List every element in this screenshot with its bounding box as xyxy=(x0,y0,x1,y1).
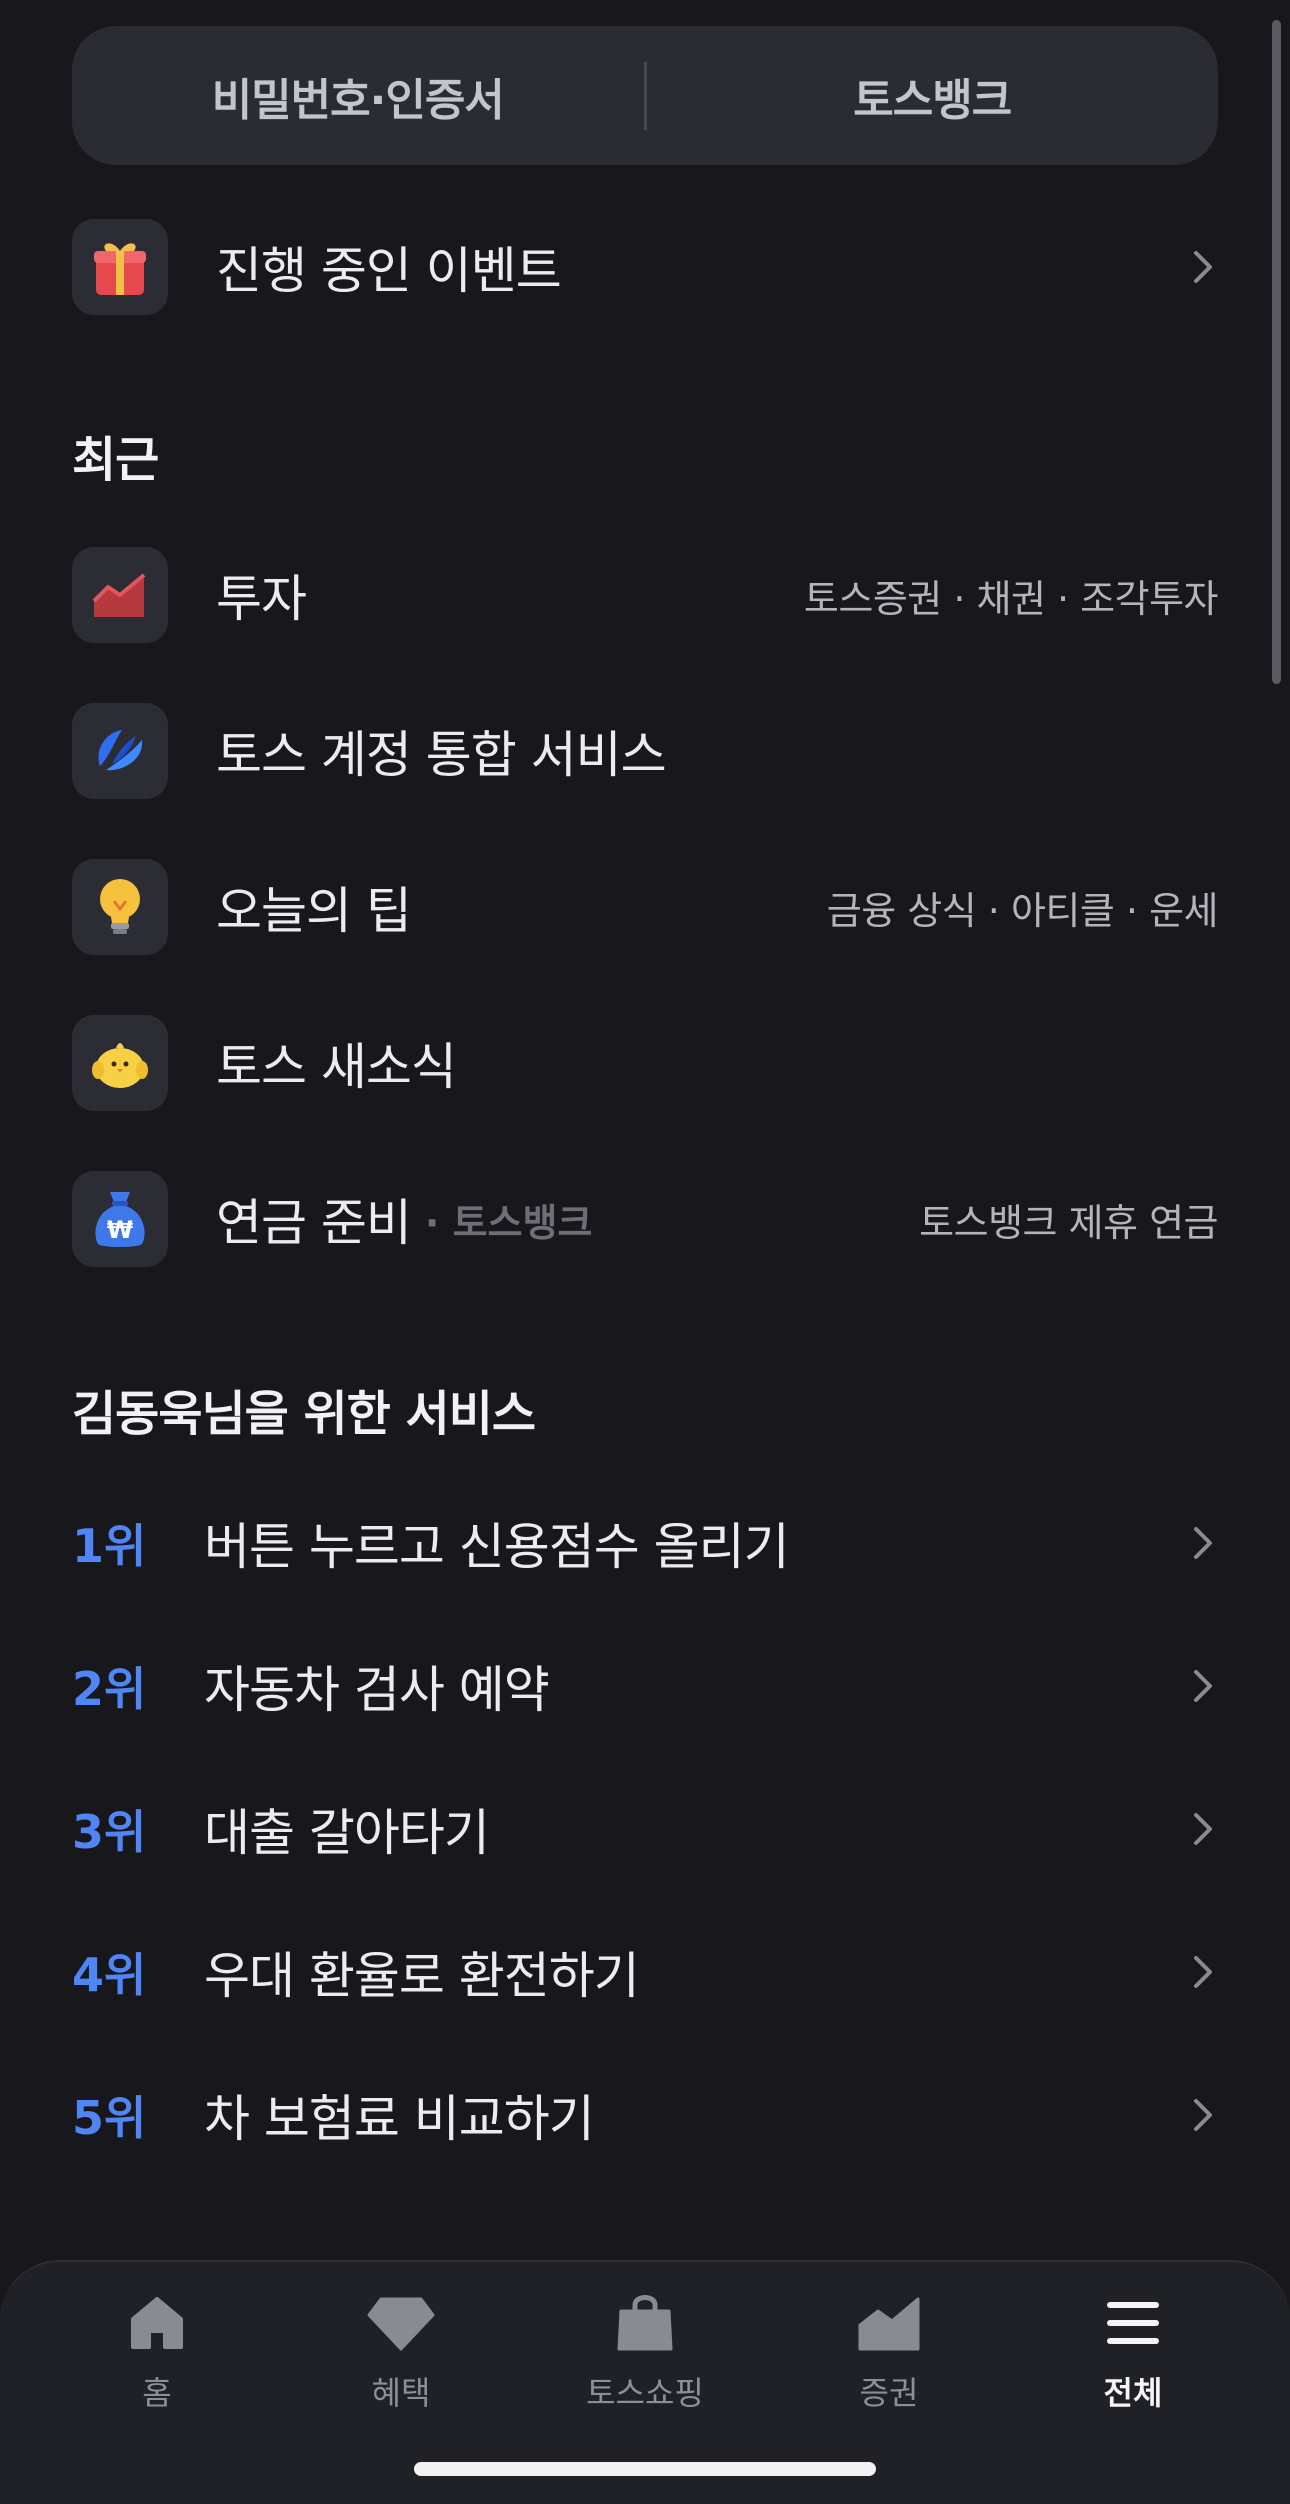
recent-item-detail: 금융 상식 · 아티클 · 운세 xyxy=(826,888,1219,933)
service-label: 버튼 누르고 신용점수 올리기 xyxy=(204,1518,790,1576)
menu-icon xyxy=(1098,2288,1168,2358)
diamond-icon xyxy=(366,2288,436,2358)
stock-chart-icon xyxy=(854,2288,924,2358)
chevron-right-icon xyxy=(1188,1952,1218,1992)
chevron-right-icon xyxy=(1188,2095,1218,2135)
tab-benefits[interactable]: 혜택 xyxy=(279,2288,523,2428)
top-shortcut-card: 비밀번호·인증서 토스뱅크 xyxy=(72,26,1218,165)
tab-label: 전체 xyxy=(1103,2374,1163,2412)
chevron-right-icon xyxy=(1188,1809,1218,1849)
recent-item-label: 투자 xyxy=(216,570,307,628)
chevron-right-icon xyxy=(1188,1666,1218,1706)
recent-item-pension[interactable]: ₩ 연금 준비 · 토스뱅크 토스뱅크 제휴 연금 xyxy=(72,1171,1218,1267)
recent-item-label: 토스 새소식 xyxy=(216,1038,457,1096)
recent-item-detail: 토스뱅크 제휴 연금 xyxy=(919,1200,1218,1245)
svg-text:₩: ₩ xyxy=(107,1216,134,1244)
scrollbar[interactable] xyxy=(1272,20,1281,684)
recent-item-label: 연금 준비 xyxy=(216,1194,412,1252)
chick-icon xyxy=(72,1015,168,1111)
password-certificate-button[interactable]: 비밀번호·인증서 xyxy=(72,64,644,128)
service-item[interactable]: 2위 자동차 검사 예약 xyxy=(72,1646,1218,1726)
gift-icon xyxy=(72,219,168,315)
recent-item-account-integration[interactable]: 토스 계정 통합 서비스 xyxy=(72,703,1218,799)
service-label: 차 보험료 비교하기 xyxy=(204,2090,595,2148)
recent-item-label: 토스 계정 통합 서비스 xyxy=(216,726,667,784)
rank-number: 4위 xyxy=(72,1948,147,2002)
tab-shopping[interactable]: 토스쇼핑 xyxy=(523,2288,767,2428)
service-label: 우대 환율로 환전하기 xyxy=(204,1947,640,2005)
money-bag-icon: ₩ xyxy=(72,1171,168,1267)
rank-number: 1위 xyxy=(72,1519,147,1573)
chevron-right-icon xyxy=(1188,247,1218,287)
toss-bank-button[interactable]: 토스뱅크 xyxy=(647,64,1219,128)
event-label: 진행 중인 이벤트 xyxy=(216,242,562,300)
service-item[interactable]: 5위 차 보험료 비교하기 xyxy=(72,2075,1218,2155)
rank-number: 3위 xyxy=(72,1805,147,1859)
recent-item-toss-news[interactable]: 토스 새소식 xyxy=(72,1015,1218,1111)
service-item[interactable]: 3위 대출 갈아타기 xyxy=(72,1789,1218,1869)
rank-number: 2위 xyxy=(72,1662,147,1716)
tab-label: 증권 xyxy=(859,2374,919,2412)
tab-home[interactable]: 홈 xyxy=(35,2288,279,2428)
rank-number: 5위 xyxy=(72,2091,147,2145)
tab-label: 토스쇼핑 xyxy=(586,2374,704,2412)
service-item[interactable]: 1위 버튼 누르고 신용점수 올리기 xyxy=(72,1503,1218,1583)
lightbulb-icon xyxy=(72,859,168,955)
service-label: 자동차 검사 예약 xyxy=(204,1661,550,1719)
chevron-right-icon xyxy=(1188,1523,1218,1563)
tab-label: 홈 xyxy=(142,2374,172,2412)
recent-item-investment[interactable]: 투자 토스증권 · 채권 · 조각투자 xyxy=(72,547,1219,643)
tab-securities[interactable]: 증권 xyxy=(767,2288,1011,2428)
tab-all[interactable]: 전체 xyxy=(1011,2288,1255,2428)
tab-label: 혜택 xyxy=(371,2374,431,2412)
recent-item-daily-tip[interactable]: 오늘의 팁 금융 상식 · 아티클 · 운세 xyxy=(72,859,1219,955)
recent-item-label: 오늘의 팁 xyxy=(216,882,412,940)
recent-item-provider: · 토스뱅크 xyxy=(424,1200,593,1245)
recent-item-detail: 토스증권 · 채권 · 조각투자 xyxy=(803,576,1219,621)
shopping-bag-icon xyxy=(610,2288,680,2358)
service-item[interactable]: 4위 우대 환율로 환전하기 xyxy=(72,1932,1218,2012)
service-label: 대출 갈아타기 xyxy=(204,1804,490,1862)
recent-section-title: 최근 xyxy=(72,432,159,488)
event-row[interactable]: 진행 중인 이벤트 xyxy=(72,219,1218,315)
home-icon xyxy=(122,2288,192,2358)
home-indicator[interactable] xyxy=(414,2462,876,2476)
chart-icon xyxy=(72,547,168,643)
toss-logo-icon xyxy=(72,703,168,799)
services-section-title: 김동욱님을 위한 서비스 xyxy=(72,1386,536,1442)
